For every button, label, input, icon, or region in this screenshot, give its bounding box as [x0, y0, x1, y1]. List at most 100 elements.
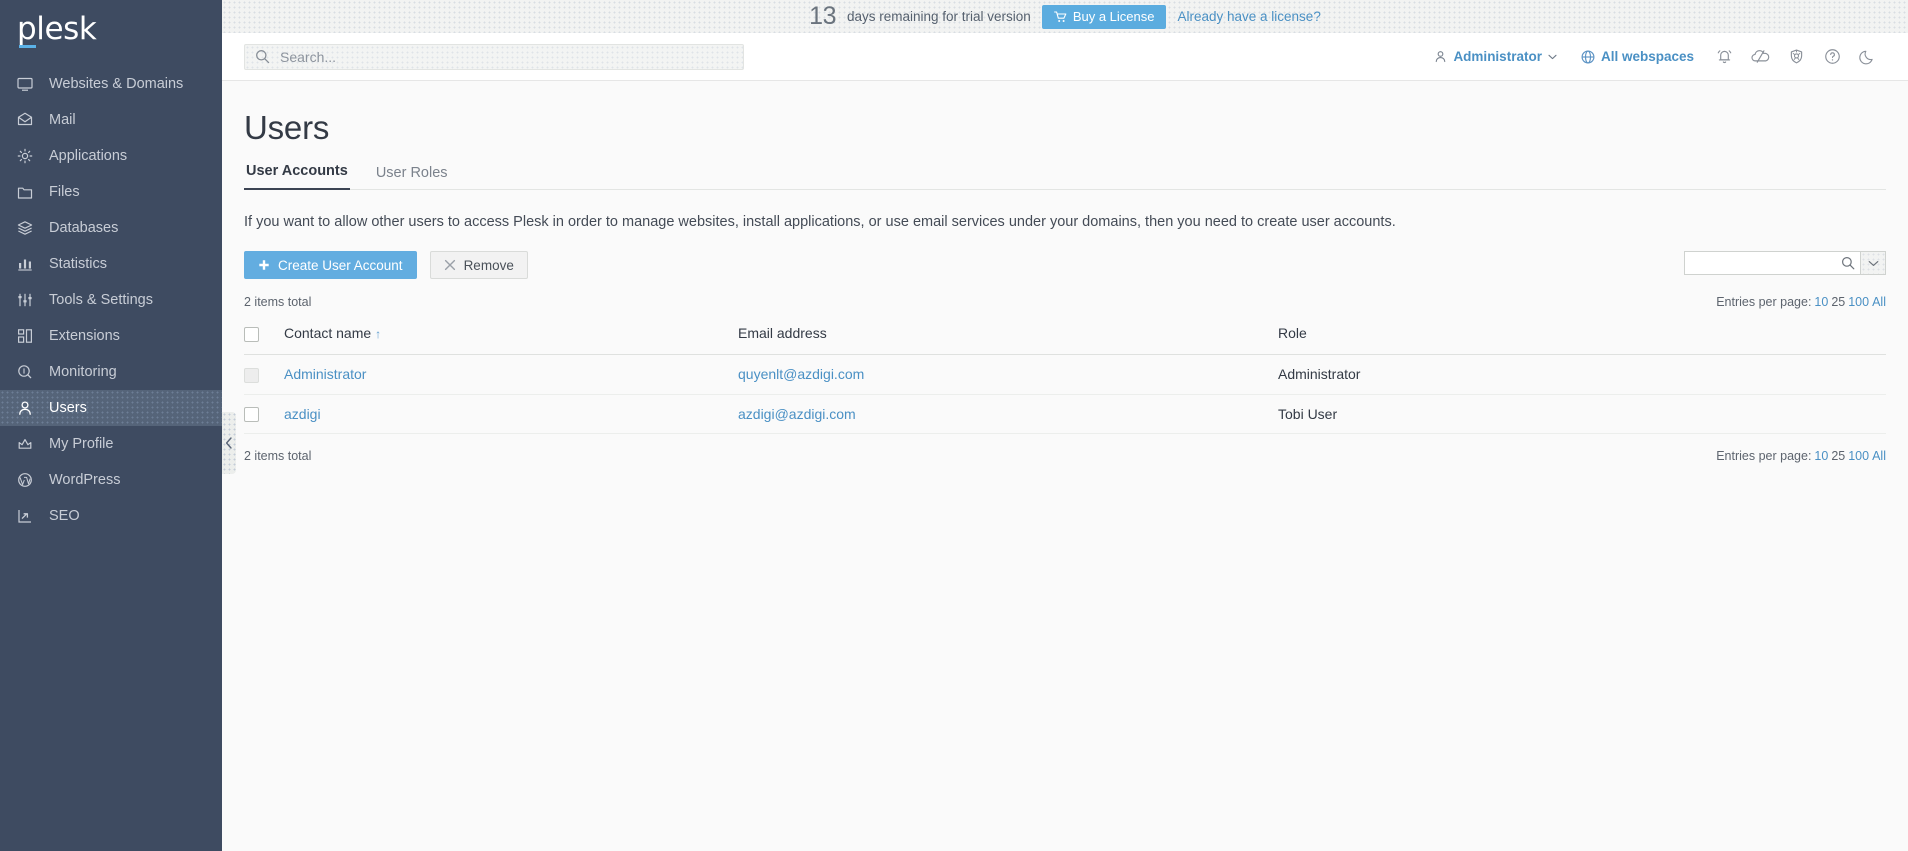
- filter-input[interactable]: [1693, 255, 1830, 272]
- global-search-box[interactable]: [244, 44, 744, 70]
- user-name-link[interactable]: azdigi: [284, 406, 321, 422]
- sidebar-item-label: Mail: [49, 112, 76, 128]
- entries-option-all[interactable]: All: [1872, 449, 1886, 463]
- mail-icon: [17, 111, 39, 129]
- filter-expand-button[interactable]: [1860, 251, 1886, 275]
- page-tabs: User Accounts User Roles: [244, 163, 1886, 190]
- dark-mode-toggle[interactable]: [1850, 37, 1886, 77]
- security-status-button[interactable]: [1778, 37, 1814, 77]
- sidebar-item-label: Websites & Domains: [49, 76, 183, 92]
- items-total-bottom: 2 items total: [244, 449, 311, 463]
- sidebar-item-my-profile[interactable]: My Profile: [0, 426, 222, 462]
- row-select-cell: [244, 354, 284, 394]
- buy-license-button[interactable]: Buy a License: [1042, 5, 1167, 29]
- sidebar-item-seo[interactable]: SEO: [0, 498, 222, 534]
- entries-option-25-selected[interactable]: 25: [1831, 295, 1845, 309]
- tab-user-roles[interactable]: User Roles: [374, 165, 450, 190]
- user-icon: [17, 399, 39, 417]
- notification-bell-icon: [1715, 47, 1734, 66]
- entries-option-100[interactable]: 100: [1848, 295, 1869, 309]
- extensions-icon: [17, 327, 39, 345]
- header-contact-name[interactable]: Contact name↑: [284, 315, 738, 354]
- list-meta-top: 2 items total Entries per page:1025100Al…: [244, 295, 1886, 309]
- list-filter-group: [1684, 251, 1886, 275]
- sidebar-item-mail[interactable]: Mail: [0, 102, 222, 138]
- webspace-label: All webspaces: [1601, 49, 1694, 64]
- sidebar-item-websites-domains[interactable]: Websites & Domains: [0, 66, 222, 102]
- sidebar-item-users[interactable]: Users: [0, 390, 222, 426]
- user-name-link[interactable]: Administrator: [284, 366, 366, 382]
- sidebar-item-statistics[interactable]: Statistics: [0, 246, 222, 282]
- sidebar-item-label: Tools & Settings: [49, 292, 153, 308]
- remove-x-icon: [444, 259, 456, 271]
- tab-label: User Accounts: [246, 163, 348, 179]
- cloud-status-button[interactable]: [1742, 37, 1778, 77]
- entries-option-10[interactable]: 10: [1814, 295, 1828, 309]
- plesk-logo[interactable]: plesk: [0, 0, 222, 58]
- entries-option-10[interactable]: 10: [1814, 449, 1828, 463]
- row-email-cell: quyenlt@azdigi.com: [738, 354, 1278, 394]
- select-all-header: [244, 315, 284, 354]
- bar-chart-icon: [17, 255, 39, 273]
- sidebar-item-label: Monitoring: [49, 364, 117, 380]
- tab-user-accounts[interactable]: User Accounts: [244, 163, 350, 190]
- entries-option-25-selected[interactable]: 25: [1831, 449, 1845, 463]
- user-email-link[interactable]: azdigi@azdigi.com: [738, 406, 856, 422]
- folder-icon: [17, 183, 39, 201]
- sidebar-item-applications[interactable]: Applications: [0, 138, 222, 174]
- plus-icon: [258, 259, 270, 271]
- create-user-account-button[interactable]: Create User Account: [244, 251, 417, 279]
- account-label: Administrator: [1453, 49, 1542, 64]
- help-button[interactable]: [1814, 37, 1850, 77]
- monitoring-icon: [17, 363, 39, 381]
- sidebar-nav: Websites & Domains Mail Applications Fil…: [0, 66, 222, 534]
- entries-option-100[interactable]: 100: [1848, 449, 1869, 463]
- remove-button[interactable]: Remove: [430, 251, 528, 279]
- select-all-checkbox[interactable]: [244, 327, 259, 342]
- sidebar-item-label: Databases: [49, 220, 118, 236]
- row-role-cell: Administrator: [1278, 354, 1886, 394]
- sidebar-item-wordpress[interactable]: WordPress: [0, 462, 222, 498]
- page-content: Users User Accounts User Roles If you wa…: [222, 81, 1908, 851]
- sidebar-item-label: Extensions: [49, 328, 120, 344]
- search-input[interactable]: [278, 48, 733, 66]
- row-contact-name-cell: Administrator: [284, 354, 738, 394]
- items-total-top: 2 items total: [244, 295, 311, 309]
- tab-label: User Roles: [376, 165, 448, 181]
- table-header-row: Contact name↑ Email address Role: [244, 315, 1886, 354]
- list-meta-bottom: 2 items total Entries per page:1025100Al…: [244, 449, 1886, 463]
- header-role[interactable]: Role: [1278, 315, 1886, 354]
- row-checkbox[interactable]: [244, 407, 259, 422]
- sidebar-item-files[interactable]: Files: [0, 174, 222, 210]
- cart-icon: [1054, 11, 1067, 23]
- sliders-icon: [17, 291, 39, 309]
- trial-message: days remaining for trial version: [847, 9, 1031, 24]
- seo-arrow-icon: [17, 507, 39, 525]
- top-toolbar: Administrator All webspaces: [222, 33, 1908, 81]
- sidebar-item-tools-settings[interactable]: Tools & Settings: [0, 282, 222, 318]
- entries-per-page-label: Entries per page:: [1716, 449, 1811, 463]
- sidebar-item-label: Files: [49, 184, 80, 200]
- database-icon: [17, 219, 39, 237]
- sidebar-item-extensions[interactable]: Extensions: [0, 318, 222, 354]
- filter-input-wrapper[interactable]: [1684, 251, 1836, 275]
- sidebar-collapse-handle[interactable]: [222, 412, 236, 474]
- main-area: 13 days remaining for trial version Buy …: [222, 0, 1908, 851]
- toolbar-right-group: Administrator All webspaces: [1422, 37, 1886, 77]
- user-email-link[interactable]: quyenlt@azdigi.com: [738, 366, 864, 382]
- header-email-address[interactable]: Email address: [738, 315, 1278, 354]
- sidebar-item-label: SEO: [49, 508, 80, 524]
- dark-mode-moon-icon: [1859, 48, 1877, 66]
- header-label: Role: [1278, 325, 1307, 341]
- logo-text: plesk: [17, 11, 96, 47]
- filter-search-button[interactable]: [1836, 251, 1860, 275]
- webspace-selector[interactable]: All webspaces: [1569, 49, 1706, 64]
- sidebar-item-databases[interactable]: Databases: [0, 210, 222, 246]
- account-menu[interactable]: Administrator: [1422, 49, 1569, 64]
- actions-row: Create User Account Remove: [244, 251, 1886, 279]
- already-have-license-link[interactable]: Already have a license?: [1177, 9, 1320, 24]
- entries-option-all[interactable]: All: [1872, 295, 1886, 309]
- crown-icon: [17, 435, 39, 453]
- notifications-button[interactable]: [1706, 37, 1742, 77]
- sidebar-item-monitoring[interactable]: Monitoring: [0, 354, 222, 390]
